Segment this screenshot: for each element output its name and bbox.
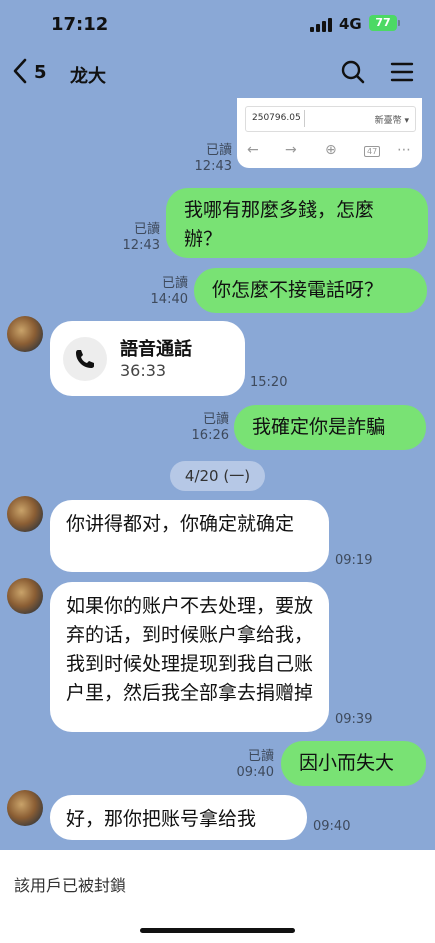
preview-more-icon: ⋯	[397, 142, 411, 158]
message-time: 09:19	[335, 553, 373, 568]
battery-icon: 77	[369, 15, 397, 31]
unread-count[interactable]: 5	[34, 62, 47, 83]
message-time: 16:26	[191, 428, 229, 443]
blocked-notice: 該用戶已被封鎖	[14, 876, 127, 895]
voice-call-card[interactable]: 語音通話 36:33	[50, 321, 245, 396]
phone-icon	[63, 337, 107, 381]
status-time: 17:12	[51, 14, 109, 35]
preview-divider	[304, 110, 305, 127]
date-separator: 4/20 (一)	[170, 461, 265, 491]
message-meta: 已讀 09:40	[230, 749, 274, 781]
preview-currency-dropdown: 新臺幣 ▾	[374, 116, 409, 126]
read-receipt: 已讀	[247, 749, 274, 764]
preview-new-tab-icon: ⊕	[325, 142, 337, 158]
preview-amount-field: 250796.05 新臺幣 ▾	[245, 106, 416, 132]
message-meta: 已讀 12:43	[180, 143, 232, 175]
message-time: 09:40	[236, 765, 274, 780]
message-time: 12:43	[194, 159, 232, 174]
message-time: 12:43	[122, 238, 160, 253]
call-duration: 36:33	[120, 361, 167, 380]
message-bubble-received[interactable]: 好，那你把账号拿给我	[50, 795, 307, 840]
avatar[interactable]	[7, 316, 43, 352]
chevron-left-icon	[13, 58, 27, 84]
preview-currency: 新臺幣	[374, 116, 402, 126]
preview-forward-icon: →	[285, 142, 297, 158]
read-receipt: 已讀	[205, 143, 232, 158]
menu-button[interactable]	[388, 58, 416, 86]
avatar[interactable]	[7, 578, 43, 614]
message-bubble-sent[interactable]: 我確定你是詐騙	[234, 405, 426, 450]
search-icon	[341, 60, 365, 84]
network-type: 4G	[339, 15, 362, 33]
back-button[interactable]	[12, 58, 28, 90]
menu-icon	[390, 62, 414, 82]
battery-tip	[398, 20, 400, 26]
message-time: 09:39	[335, 712, 373, 727]
call-title: 語音通話	[120, 339, 192, 360]
message-bubble-sent[interactable]: 你怎麼不接電話呀？	[194, 268, 427, 313]
preview-browser-bar: ← → ⊕ 47 ⋯	[237, 142, 422, 162]
signal-icon	[310, 18, 334, 32]
message-meta: 已讀 16:26	[187, 412, 229, 444]
read-receipt: 已讀	[202, 412, 229, 427]
message-bubble-received[interactable]: 你讲得都对，你确定就确定	[50, 500, 329, 572]
chat-title: 龙大	[70, 66, 106, 87]
message-meta: 已讀 12:43	[112, 222, 160, 254]
message-time: 09:40	[313, 819, 351, 834]
avatar[interactable]	[7, 496, 43, 532]
message-bubble-sent[interactable]: 因小而失大	[281, 741, 426, 786]
status-bar: 17:12 4G 77	[0, 0, 435, 48]
message-bubble-received[interactable]: 如果你的账户不去处理，要放弃的话，到时候账户拿给我，我到时候处理提现到我自己账户…	[50, 582, 329, 732]
read-receipt: 已讀	[161, 276, 188, 291]
message-bubble-sent[interactable]: 我哪有那麼多錢，怎麼辦？	[166, 188, 428, 258]
chat-header: 5 龙大	[0, 48, 435, 98]
preview-amount: 250796.05	[252, 113, 301, 123]
search-button[interactable]	[339, 58, 367, 86]
avatar[interactable]	[7, 790, 43, 826]
home-indicator[interactable]	[140, 928, 295, 933]
read-receipt: 已讀	[133, 222, 160, 237]
preview-tabs-icon: 47	[364, 146, 381, 157]
preview-back-icon: ←	[247, 142, 259, 158]
message-time: 15:20	[250, 375, 288, 390]
image-message[interactable]: 250796.05 新臺幣 ▾ ← → ⊕ 47 ⋯	[237, 98, 422, 168]
message-meta: 已讀 14:40	[138, 276, 188, 308]
message-time: 14:40	[150, 292, 188, 307]
